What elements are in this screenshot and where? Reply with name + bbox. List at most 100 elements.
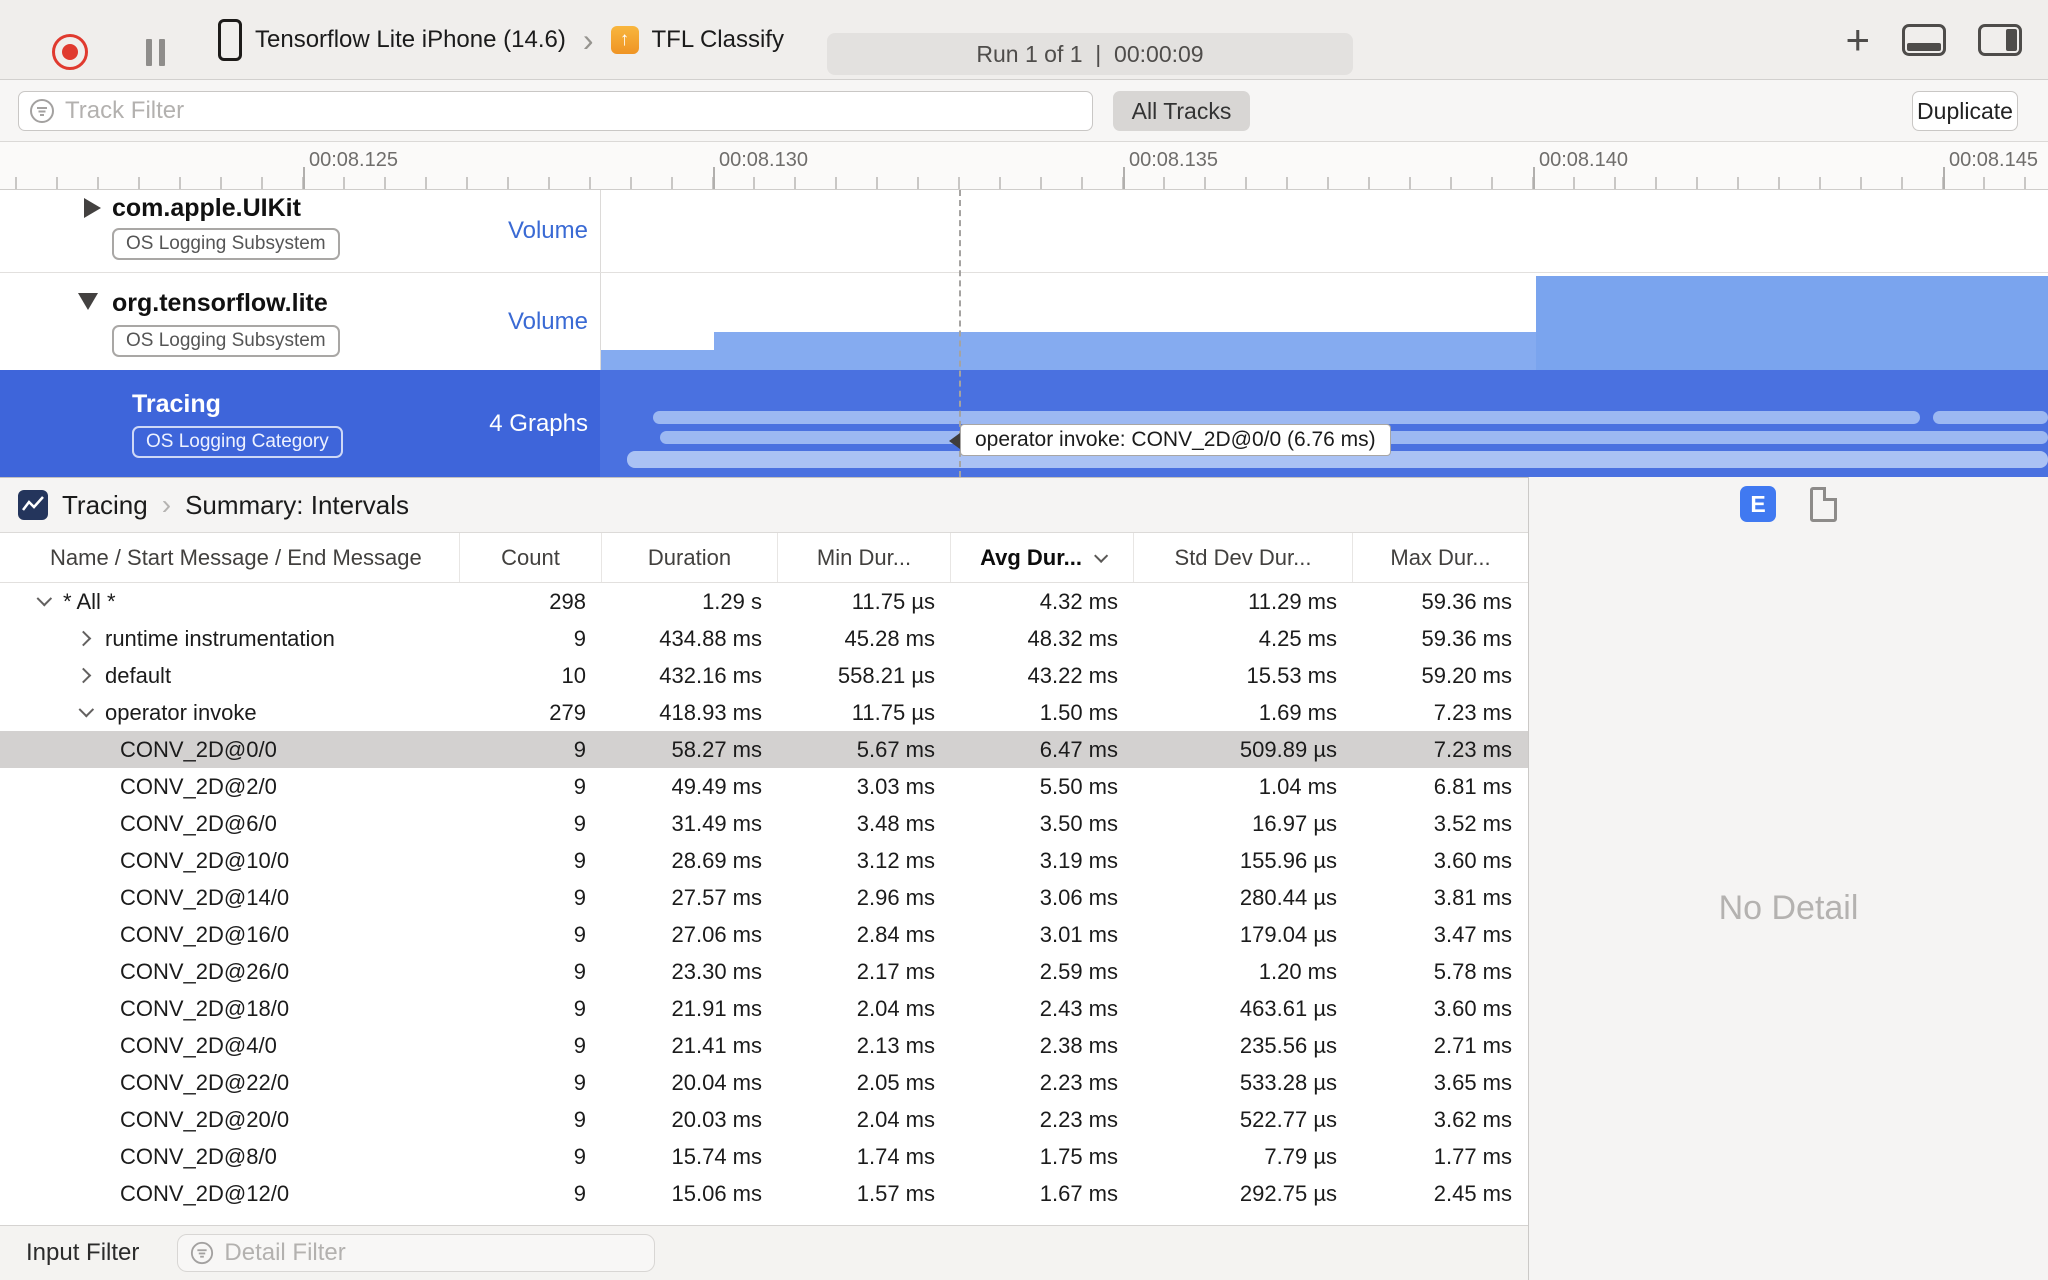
column-header-name[interactable]: Name / Start Message / End Message bbox=[0, 533, 460, 582]
column-header-stddev[interactable]: Std Dev Dur... bbox=[1134, 533, 1353, 582]
table-row[interactable]: CONV_2D@2/0 9 49.49 ms 3.03 ms 5.50 ms 1… bbox=[0, 768, 1528, 805]
table-row[interactable]: CONV_2D@12/0 9 15.06 ms 1.57 ms 1.67 ms … bbox=[0, 1175, 1528, 1212]
row-max-duration: 2.45 ms bbox=[1433, 1180, 1512, 1206]
track-name: org.tensorflow.lite bbox=[112, 289, 328, 317]
column-header-min[interactable]: Min Dur... bbox=[778, 533, 951, 582]
row-avg-duration: 2.59 ms bbox=[1039, 958, 1118, 984]
track-row-tracing[interactable]: Tracing OS Logging Category 4 Graphs ope… bbox=[0, 370, 2048, 477]
detail-header: Tracing › Summary: Intervals bbox=[0, 477, 1528, 533]
breadcrumb-page[interactable]: Summary: Intervals bbox=[185, 490, 409, 521]
row-count: 298 bbox=[549, 588, 586, 614]
row-min-duration: 11.75 µs bbox=[851, 699, 935, 725]
row-duration: 31.49 ms bbox=[671, 810, 763, 836]
row-max-duration: 5.78 ms bbox=[1433, 958, 1512, 984]
track-row-tensorflow[interactable]: org.tensorflow.lite OS Logging Subsystem… bbox=[0, 273, 2048, 370]
table-header-row: Name / Start Message / End Message Count… bbox=[0, 533, 1528, 583]
pause-icon bbox=[146, 39, 152, 66]
detail-filter-input[interactable] bbox=[224, 1239, 643, 1267]
table-row[interactable]: CONV_2D@16/0 9 27.06 ms 2.84 ms 3.01 ms … bbox=[0, 916, 1528, 953]
table-row[interactable]: operator invoke 279 418.93 ms 11.75 µs 1… bbox=[0, 694, 1528, 731]
timeline-ruler[interactable]: 00:08.125 00:08.130 00:08.135 00:08.140 00:0… bbox=[0, 142, 2048, 190]
expander-icon[interactable] bbox=[75, 630, 92, 647]
row-min-duration: 2.96 ms bbox=[856, 884, 935, 910]
add-instrument-button[interactable]: + bbox=[1845, 19, 1870, 61]
table-row[interactable]: CONV_2D@6/0 9 31.49 ms 3.48 ms 3.50 ms 1… bbox=[0, 805, 1528, 842]
row-stddev-duration: 16.97 µs bbox=[1252, 810, 1337, 836]
breadcrumb-root[interactable]: Tracing bbox=[62, 490, 148, 521]
column-header-avg[interactable]: Avg Dur... bbox=[951, 533, 1134, 582]
tick-label: 00:08.125 bbox=[309, 149, 398, 171]
row-stddev-duration: 522.77 µs bbox=[1239, 1106, 1337, 1132]
row-stddev-duration: 280.44 µs bbox=[1239, 884, 1337, 910]
interval-bar bbox=[1933, 411, 2048, 424]
expander-icon[interactable] bbox=[75, 667, 92, 684]
row-avg-duration: 2.23 ms bbox=[1039, 1106, 1118, 1132]
row-max-duration: 3.47 ms bbox=[1433, 921, 1512, 947]
tracing-instrument-icon bbox=[18, 490, 48, 520]
track-filter-input[interactable] bbox=[65, 97, 1082, 125]
row-stddev-duration: 7.79 µs bbox=[1264, 1143, 1337, 1169]
row-avg-duration: 3.50 ms bbox=[1039, 810, 1118, 836]
row-name: CONV_2D@22/0 bbox=[120, 1069, 290, 1095]
tick-label: 00:08.130 bbox=[719, 149, 808, 171]
track-meta-label: Volume bbox=[507, 217, 588, 244]
row-count: 9 bbox=[573, 847, 586, 873]
table-row[interactable]: CONV_2D@18/0 9 21.91 ms 2.04 ms 2.43 ms … bbox=[0, 990, 1528, 1027]
table-row[interactable]: CONV_2D@26/0 9 23.30 ms 2.17 ms 2.59 ms … bbox=[0, 953, 1528, 990]
disclosure-collapsed-icon[interactable] bbox=[84, 198, 101, 218]
row-min-duration: 2.84 ms bbox=[856, 921, 935, 947]
row-min-duration: 11.75 µs bbox=[851, 588, 935, 614]
expander-icon[interactable] bbox=[36, 590, 53, 607]
row-avg-duration: 1.67 ms bbox=[1039, 1180, 1118, 1206]
table-row[interactable]: CONV_2D@4/0 9 21.41 ms 2.13 ms 2.38 ms 2… bbox=[0, 1027, 1528, 1064]
row-duration: 434.88 ms bbox=[659, 625, 762, 651]
all-tracks-button[interactable]: All Tracks bbox=[1113, 91, 1250, 131]
right-panel-toggle-icon[interactable] bbox=[1978, 24, 2022, 56]
sort-indicator-icon bbox=[1093, 548, 1109, 563]
intervals-table: Name / Start Message / End Message Count… bbox=[0, 533, 1528, 1225]
track-badge: OS Logging Subsystem bbox=[112, 325, 340, 357]
row-stddev-duration: 179.04 µs bbox=[1239, 921, 1337, 947]
table-row[interactable]: CONV_2D@20/0 9 20.03 ms 2.04 ms 2.23 ms … bbox=[0, 1101, 1528, 1138]
expander-icon[interactable] bbox=[78, 701, 95, 718]
table-row[interactable]: CONV_2D@22/0 9 20.04 ms 2.05 ms 2.23 ms … bbox=[0, 1064, 1528, 1101]
row-count: 9 bbox=[573, 1069, 586, 1095]
row-min-duration: 558.21 µs bbox=[837, 662, 935, 688]
column-header-count[interactable]: Count bbox=[460, 533, 602, 582]
extended-detail-panel: E No Detail bbox=[1528, 477, 2048, 1280]
table-row[interactable]: runtime instrumentation 9 434.88 ms 45.2… bbox=[0, 620, 1528, 657]
row-min-duration: 2.05 ms bbox=[856, 1069, 935, 1095]
table-row[interactable]: CONV_2D@0/0 9 58.27 ms 5.67 ms 6.47 ms 5… bbox=[0, 731, 1528, 768]
target-selector[interactable]: TFL Classify bbox=[652, 26, 784, 54]
row-stddev-duration: 155.96 µs bbox=[1239, 847, 1337, 873]
row-duration: 23.30 ms bbox=[671, 958, 763, 984]
extended-detail-view-button[interactable]: E bbox=[1740, 486, 1776, 522]
detail-filter-field[interactable] bbox=[177, 1234, 656, 1272]
table-row[interactable]: default 10 432.16 ms 558.21 µs 43.22 ms … bbox=[0, 657, 1528, 694]
row-count: 9 bbox=[573, 1143, 586, 1169]
row-count: 9 bbox=[573, 1180, 586, 1206]
tick-label: 00:08.145 bbox=[1949, 149, 2038, 171]
table-row[interactable]: CONV_2D@14/0 9 27.57 ms 2.96 ms 3.06 ms … bbox=[0, 879, 1528, 916]
table-row[interactable]: CONV_2D@8/0 9 15.74 ms 1.74 ms 1.75 ms 7… bbox=[0, 1138, 1528, 1175]
bottom-panel-toggle-icon[interactable] bbox=[1902, 24, 1946, 56]
row-min-duration: 1.57 ms bbox=[856, 1180, 935, 1206]
row-min-duration: 2.04 ms bbox=[856, 995, 935, 1021]
record-button[interactable] bbox=[52, 34, 88, 70]
major-tick bbox=[1533, 167, 1535, 189]
pause-button[interactable] bbox=[146, 39, 165, 66]
document-icon[interactable] bbox=[1810, 486, 1837, 522]
duplicate-button[interactable]: Duplicate bbox=[1912, 91, 2018, 131]
row-count: 9 bbox=[573, 995, 586, 1021]
column-header-max[interactable]: Max Dur... bbox=[1353, 533, 1528, 582]
iphone-icon bbox=[218, 19, 242, 61]
device-selector[interactable]: Tensorflow Lite iPhone (14.6) bbox=[255, 26, 566, 54]
track-filter-field[interactable] bbox=[18, 91, 1093, 131]
row-max-duration: 59.20 ms bbox=[1421, 662, 1513, 688]
table-row[interactable]: * All * 298 1.29 s 11.75 µs 4.32 ms 11.2… bbox=[0, 583, 1528, 620]
row-name: CONV_2D@16/0 bbox=[120, 921, 290, 947]
track-row-uikit[interactable]: com.apple.UIKit OS Logging Subsystem Vol… bbox=[0, 190, 2048, 273]
table-row[interactable]: CONV_2D@10/0 9 28.69 ms 3.12 ms 3.19 ms … bbox=[0, 842, 1528, 879]
disclosure-expanded-icon[interactable] bbox=[78, 293, 98, 310]
column-header-duration[interactable]: Duration bbox=[602, 533, 778, 582]
